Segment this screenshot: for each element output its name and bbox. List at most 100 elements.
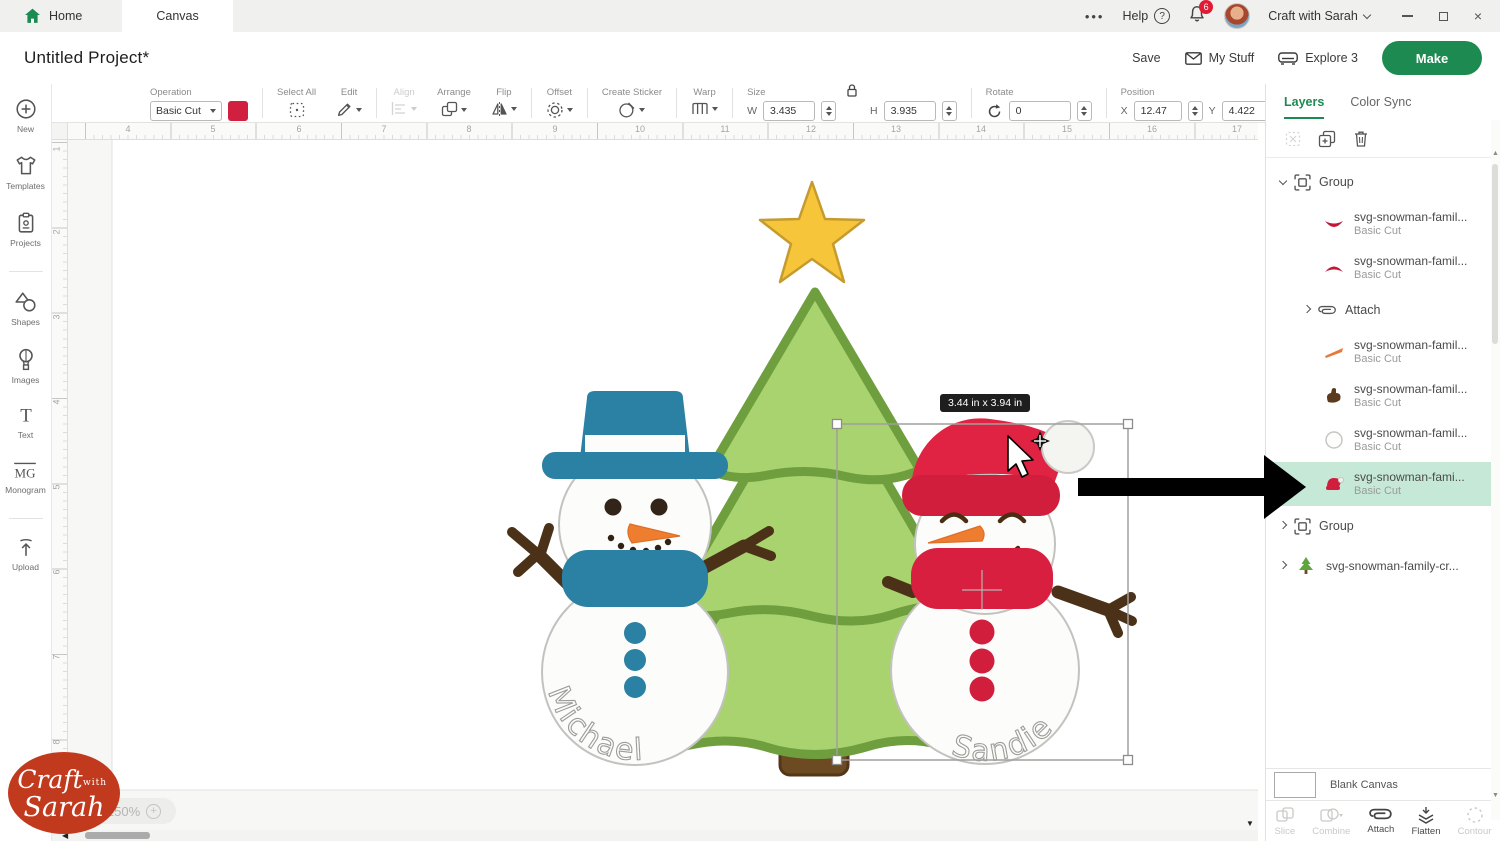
account-menu[interactable]: Craft with Sarah xyxy=(1268,9,1370,23)
sidebar-item-new[interactable]: New xyxy=(15,98,37,134)
layer-thumbnail-white-circle-icon xyxy=(1322,429,1346,451)
layer-row[interactable]: svg-snowman-family-cr... xyxy=(1266,546,1493,586)
notifications-button[interactable]: 6 xyxy=(1188,5,1206,28)
title-bar: Home Canvas ••• Help ? 6 Craft with Sara… xyxy=(0,0,1500,32)
canvas-color-swatch[interactable] xyxy=(1274,772,1316,798)
annotation-arrow xyxy=(1078,455,1306,519)
contour-button: Contour xyxy=(1458,806,1492,837)
selection-handle-bottom-left xyxy=(833,756,842,765)
scroll-down-icon[interactable]: ▼ xyxy=(1246,819,1254,828)
arrange-button[interactable] xyxy=(441,101,467,118)
restore-button[interactable] xyxy=(1439,12,1448,21)
layer-thumbnail-carrot-icon xyxy=(1322,341,1346,363)
tab-canvas-label: Canvas xyxy=(156,9,198,23)
text-icon: T xyxy=(16,406,36,426)
tab-canvas[interactable]: Canvas xyxy=(122,0,232,32)
lock-icon[interactable] xyxy=(845,83,859,98)
overflow-menu-button[interactable]: ••• xyxy=(1085,9,1105,24)
rotate-stepper[interactable] xyxy=(1077,101,1092,121)
save-button[interactable]: Save xyxy=(1132,51,1161,65)
attach-group-row[interactable]: Attach xyxy=(1266,290,1493,330)
logo-word2: with xyxy=(83,778,107,788)
position-x-input[interactable]: 12.47 xyxy=(1134,101,1182,121)
rotate-group: Rotate 0 xyxy=(976,84,1102,122)
sidebar-item-images[interactable]: Images xyxy=(12,348,40,385)
duplicate-icon[interactable] xyxy=(1318,130,1337,148)
sidebar-item-projects[interactable]: Projects xyxy=(10,212,41,248)
minimize-button[interactable] xyxy=(1402,15,1413,17)
layer-row[interactable]: svg-snowman-famil...Basic Cut xyxy=(1266,246,1493,290)
sidebar-item-shapes[interactable]: Shapes xyxy=(11,291,40,327)
group-select-icon xyxy=(1284,130,1302,148)
question-icon: ? xyxy=(1154,8,1170,24)
scroll-down-icon[interactable]: ▼ xyxy=(1492,792,1499,799)
layer-thumbnail-red-hat-icon xyxy=(1322,473,1346,495)
trash-icon[interactable] xyxy=(1353,130,1369,148)
sidebar-item-monogram[interactable]: MG Monogram xyxy=(5,461,46,495)
flatten-button[interactable]: Flatten xyxy=(1411,806,1440,837)
sidebar-item-upload[interactable]: Upload xyxy=(12,538,39,572)
color-swatch[interactable] xyxy=(228,101,248,121)
zoom-in-icon[interactable]: + xyxy=(146,804,161,819)
help-button[interactable]: Help ? xyxy=(1122,8,1170,24)
panel-scrollbar[interactable]: ▲ ▼ xyxy=(1491,120,1500,820)
sidebar-item-text[interactable]: T Text xyxy=(16,406,36,440)
height-input[interactable]: 3.935 xyxy=(884,101,936,121)
tab-color-sync[interactable]: Color Sync xyxy=(1350,95,1411,109)
size-tooltip: 3.44 in x 3.94 in xyxy=(940,394,1030,412)
width-stepper[interactable] xyxy=(821,101,836,121)
tab-home[interactable]: Home xyxy=(0,0,106,32)
chevron-right-icon[interactable] xyxy=(1279,520,1287,528)
ruler-corner xyxy=(52,123,68,140)
layer-group-row[interactable]: Group xyxy=(1266,162,1493,202)
chevron-right-icon[interactable] xyxy=(1303,304,1311,312)
my-stuff-button[interactable]: My Stuff xyxy=(1185,51,1255,65)
upload-icon xyxy=(16,538,36,558)
envelope-icon xyxy=(1185,52,1202,65)
position-x-stepper[interactable] xyxy=(1188,101,1203,121)
rotate-icon[interactable] xyxy=(986,103,1003,120)
edit-button[interactable] xyxy=(336,101,362,118)
new-icon xyxy=(15,98,37,120)
combine-icon xyxy=(1319,806,1343,824)
horizontal-scrollbar[interactable]: ◀ xyxy=(52,830,1258,841)
layer-row[interactable]: svg-snowman-famil...Basic Cut xyxy=(1266,202,1493,246)
position-y-input[interactable]: 4.422 xyxy=(1222,101,1270,121)
operation-select[interactable]: Basic Cut xyxy=(150,101,222,121)
attach-button[interactable]: Attach xyxy=(1367,806,1394,835)
layer-row[interactable]: svg-snowman-famil...Basic Cut xyxy=(1266,374,1493,418)
layer-row[interactable]: svg-snowman-famil...Basic Cut xyxy=(1266,330,1493,374)
flip-group: Flip xyxy=(481,84,527,122)
arrange-icon xyxy=(441,101,458,118)
caret-down-icon xyxy=(567,108,573,112)
panel-scroll-thumb[interactable] xyxy=(1492,164,1498,344)
avatar[interactable] xyxy=(1224,3,1250,29)
machine-select-button[interactable]: Explore 3 xyxy=(1278,51,1358,65)
chevron-right-icon[interactable] xyxy=(1279,560,1287,568)
flip-button[interactable] xyxy=(491,101,517,117)
help-label: Help xyxy=(1122,9,1148,23)
offset-group: Offset xyxy=(536,84,583,122)
create-sticker-button[interactable] xyxy=(618,101,645,119)
blank-canvas-row[interactable]: Blank Canvas xyxy=(1266,768,1500,800)
select-all-button[interactable] xyxy=(288,101,306,119)
caret-down-icon xyxy=(356,108,362,112)
sidebar-item-templates[interactable]: Templates xyxy=(6,155,45,191)
height-stepper[interactable] xyxy=(942,101,957,121)
chevron-down-icon[interactable] xyxy=(1279,176,1287,184)
offset-button[interactable] xyxy=(546,101,573,119)
tab-layers[interactable]: Layers xyxy=(1284,95,1324,119)
group-icon xyxy=(1294,174,1311,191)
rotate-input[interactable]: 0 xyxy=(1009,101,1071,121)
make-button[interactable]: Make xyxy=(1382,41,1482,75)
notification-badge: 6 xyxy=(1199,0,1213,14)
paperclip-icon xyxy=(1318,303,1337,317)
balloon-icon xyxy=(16,348,36,371)
scroll-up-icon[interactable]: ▲ xyxy=(1492,150,1499,157)
off-artboard-left xyxy=(68,140,112,830)
warp-button[interactable] xyxy=(691,101,718,116)
warp-icon xyxy=(691,101,709,116)
close-button[interactable]: × xyxy=(1474,9,1482,23)
width-input[interactable]: 3.435 xyxy=(763,101,815,121)
caret-down-icon xyxy=(511,107,517,111)
